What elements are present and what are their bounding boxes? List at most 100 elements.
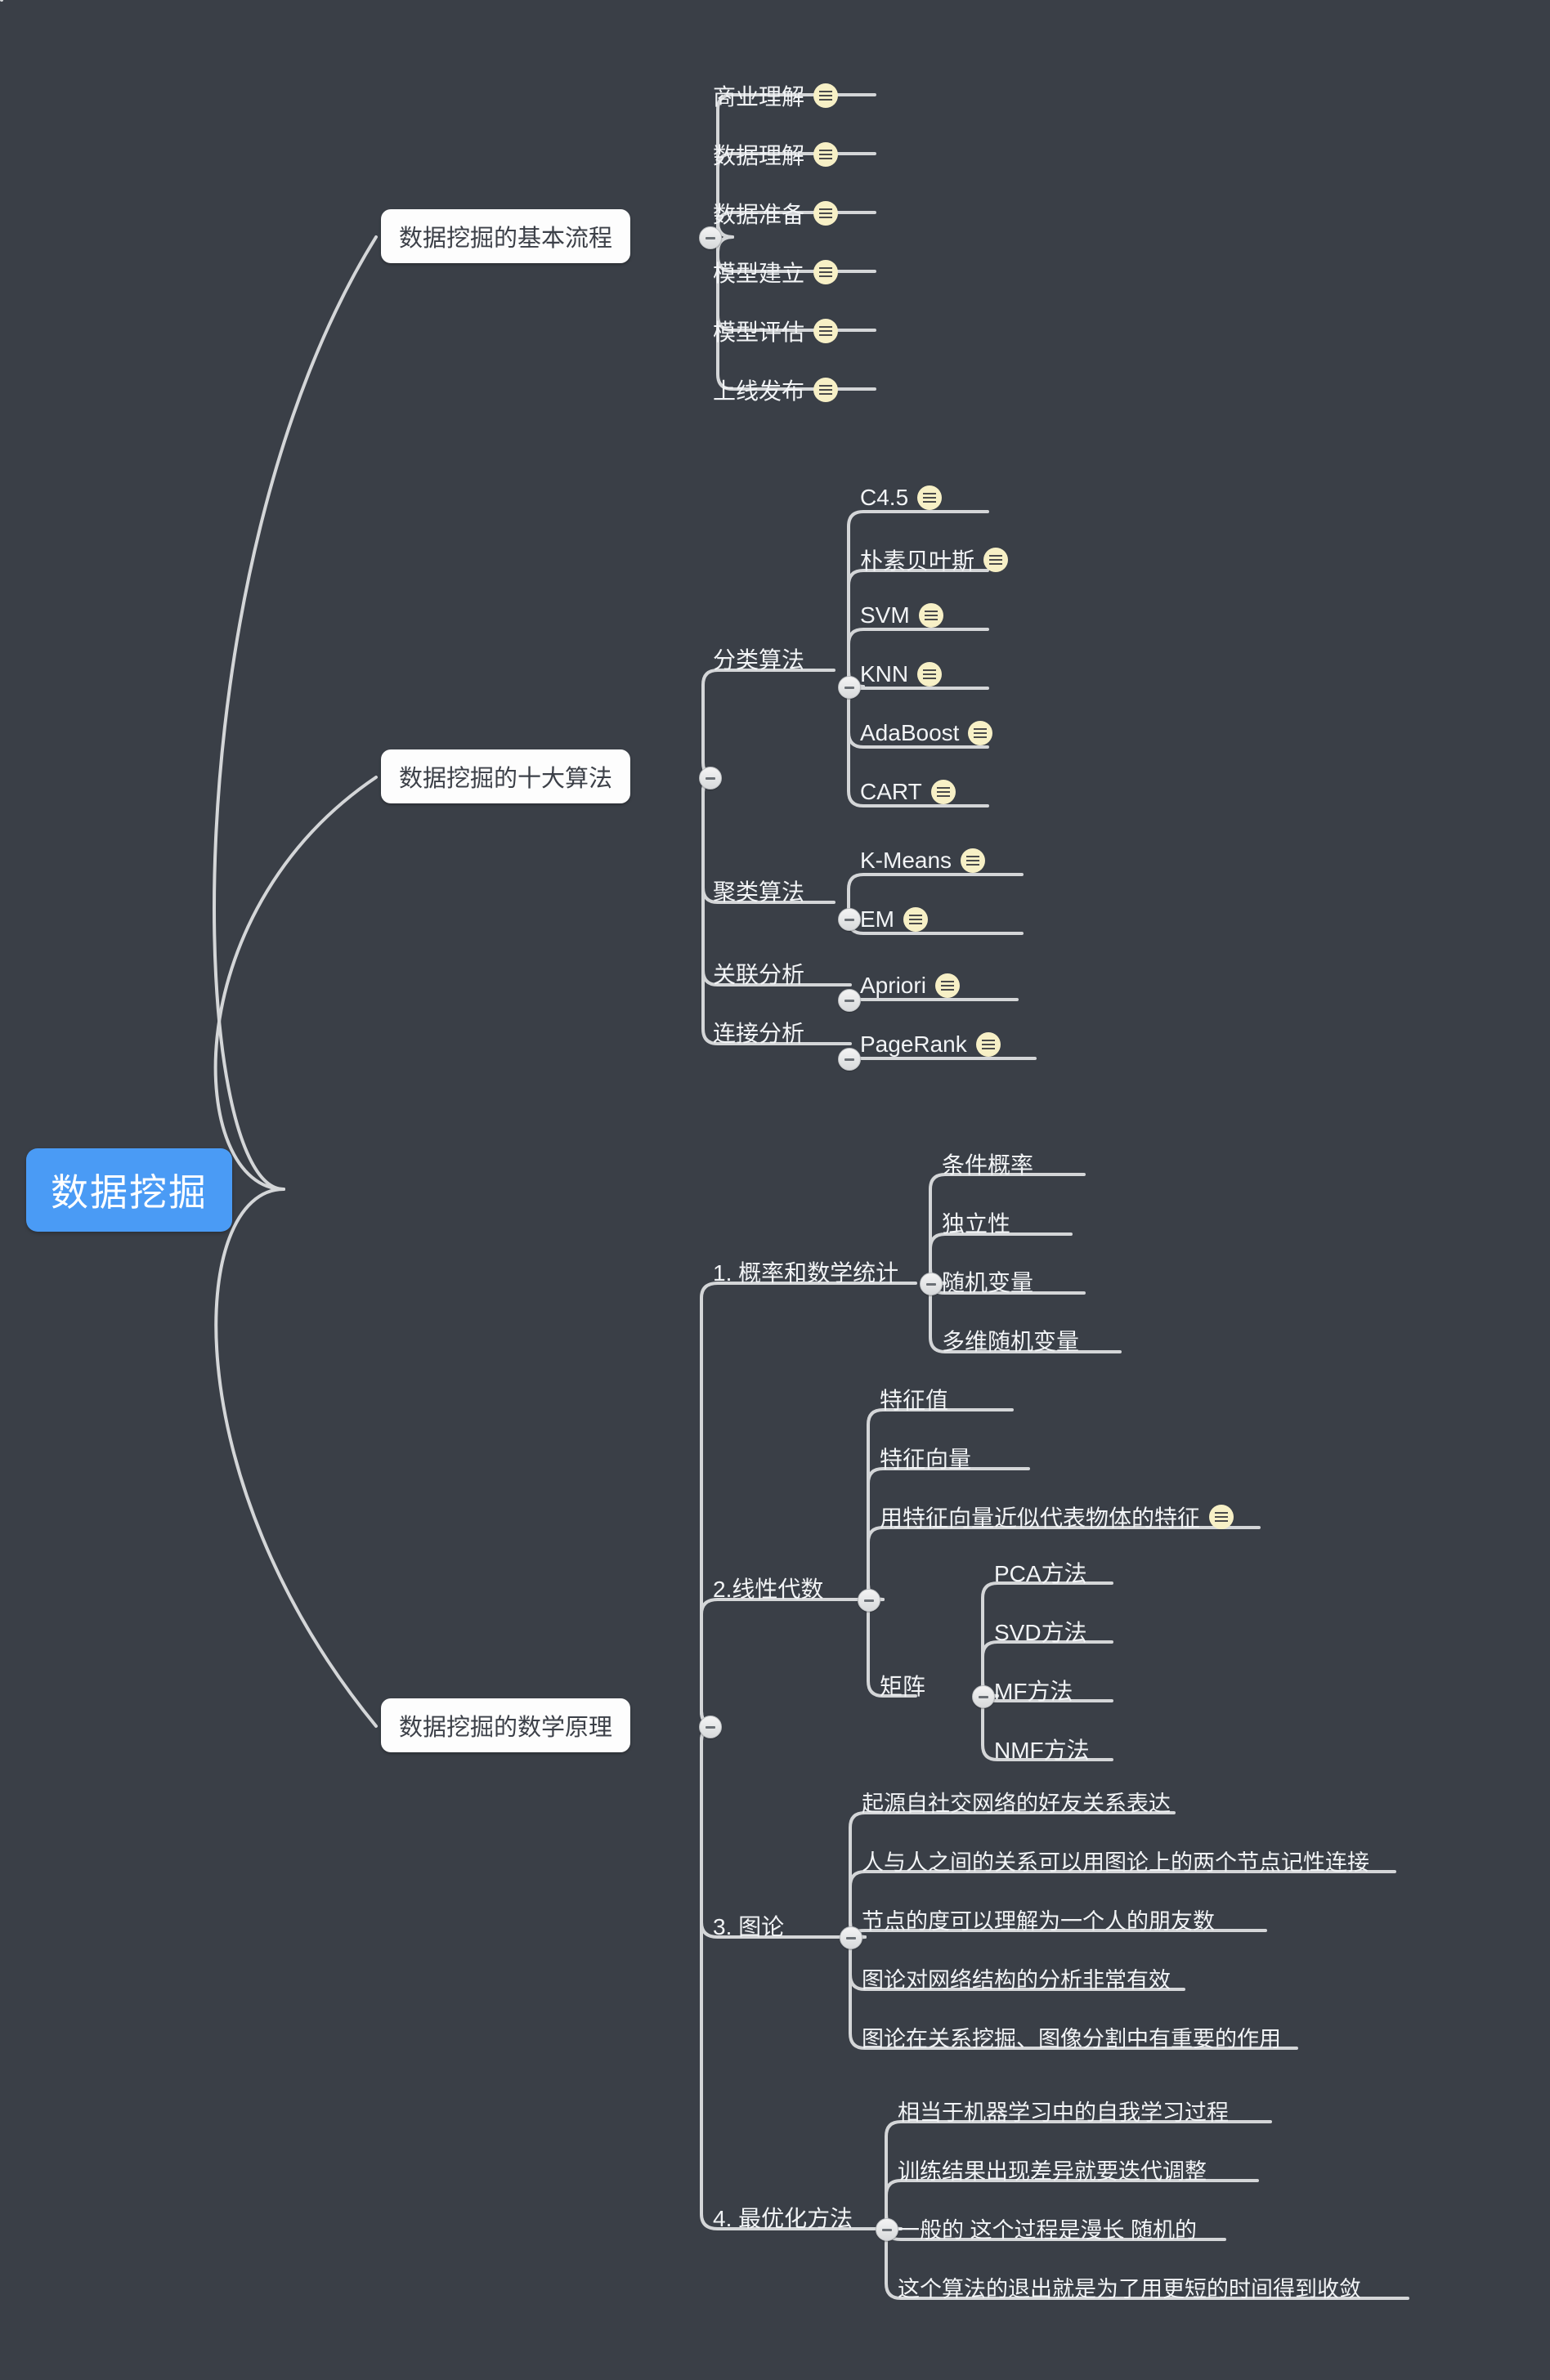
note-icon[interactable] xyxy=(813,378,839,402)
note-icon[interactable] xyxy=(813,319,839,343)
leaf-node[interactable]: MF方法 xyxy=(994,1674,1073,1707)
leaf-node[interactable]: 商业理解 xyxy=(713,79,839,112)
branch-node-math[interactable]: 数据挖掘的数学原理 xyxy=(381,1698,631,1752)
leaf-node[interactable]: 这个算法的退出就是为了用更短的时间得到收敛 xyxy=(898,2271,1361,2303)
leaf-node[interactable]: 训练结果出现差异就要迭代调整 xyxy=(898,2154,1207,2185)
leaf-node[interactable]: 随机变量 xyxy=(942,1265,1033,1298)
leaf-label: 数据理解 xyxy=(713,143,805,168)
root-node[interactable]: 数据挖掘 xyxy=(26,1148,232,1232)
leaf-node[interactable]: 条件概率 xyxy=(942,1148,1033,1180)
leaf-node[interactable]: 相当于机器学习中的自我学习过程 xyxy=(898,2095,1229,2127)
leaf-node[interactable]: NMF方法 xyxy=(994,1733,1090,1765)
note-icon[interactable] xyxy=(918,603,943,628)
leaf-label: KNN xyxy=(860,661,909,687)
leaf-label: AdaBoost xyxy=(860,720,960,745)
group-node-association[interactable]: 关联分析 xyxy=(713,957,804,990)
mindmap-canvas: 数据挖掘 数据挖掘的基本流程 商业理解 数据理解 数据准备 模型建立 模型评估 … xyxy=(0,0,1550,2380)
group-node-graph-theory[interactable]: 3. 图论 xyxy=(713,1909,784,1942)
group-label: 连接分析 xyxy=(713,1021,805,1046)
leaf-node[interactable]: Apriori xyxy=(860,973,960,999)
note-icon[interactable] xyxy=(917,662,943,687)
leaf-node[interactable]: 数据理解 xyxy=(713,138,839,171)
leaf-label: 模型建立 xyxy=(713,261,805,286)
collapse-minus-icon-process[interactable] xyxy=(699,226,722,249)
collapse-minus-icon-association[interactable] xyxy=(838,989,861,1012)
leaf-node[interactable]: 起源自社交网络的好友关系表达 xyxy=(862,1786,1171,1818)
leaf-node[interactable]: 图论对网络结构的分析非常有效 xyxy=(862,1962,1171,1994)
branch-label: 数据挖掘的基本流程 xyxy=(399,226,613,252)
collapse-minus-icon-math[interactable] xyxy=(699,1716,722,1738)
group-node-probability[interactable]: 1. 概率和数学统计 xyxy=(713,1255,898,1288)
group-node-matrix[interactable]: 矩阵 xyxy=(880,1669,925,1702)
leaf-node[interactable]: 一般的 这个过程是漫长 随机的 xyxy=(898,2212,1197,2244)
leaf-node[interactable]: PCA方法 xyxy=(994,1556,1087,1589)
connector-lines xyxy=(0,0,1409,2300)
branch-node-process[interactable]: 数据挖掘的基本流程 xyxy=(381,209,631,263)
group-label: 1. 概率和数学统计 xyxy=(713,1260,899,1286)
leaf-node[interactable]: CART xyxy=(860,779,956,805)
leaf-label: 这个算法的退出就是为了用更短的时间得到收敛 xyxy=(898,2277,1361,2302)
note-icon[interactable] xyxy=(961,848,986,873)
note-icon[interactable] xyxy=(903,907,928,932)
leaf-label: SVM xyxy=(860,602,910,628)
leaf-label: 特征向量 xyxy=(880,1447,972,1472)
note-icon[interactable] xyxy=(813,201,839,226)
note-icon[interactable] xyxy=(975,1032,1001,1057)
leaf-node[interactable]: 独立性 xyxy=(942,1206,1010,1239)
leaf-label: EM xyxy=(860,906,894,932)
leaf-node[interactable]: 上线发布 xyxy=(713,374,839,406)
collapse-minus-icon-probability[interactable] xyxy=(920,1273,943,1295)
leaf-node[interactable]: PageRank xyxy=(860,1031,1001,1058)
leaf-node[interactable]: AdaBoost xyxy=(860,720,993,746)
collapse-minus-icon-graph-theory[interactable] xyxy=(840,1926,862,1949)
collapse-minus-icon-matrix[interactable] xyxy=(972,1685,995,1708)
leaf-node[interactable]: 模型评估 xyxy=(713,315,839,347)
leaf-label: 多维随机变量 xyxy=(942,1329,1080,1354)
branch-node-algorithms[interactable]: 数据挖掘的十大算法 xyxy=(381,749,631,803)
leaf-node[interactable]: SVD方法 xyxy=(994,1615,1087,1648)
note-icon[interactable] xyxy=(813,83,839,108)
group-label: 3. 图论 xyxy=(713,1914,785,1939)
note-icon[interactable] xyxy=(983,548,1009,572)
leaf-node[interactable]: 多维随机变量 xyxy=(942,1324,1079,1357)
group-node-linear-algebra[interactable]: 2.线性代数 xyxy=(713,1572,823,1604)
leaf-node[interactable]: K-Means xyxy=(860,848,986,874)
note-icon[interactable] xyxy=(934,973,960,998)
group-node-clustering[interactable]: 聚类算法 xyxy=(713,875,804,907)
group-node-classification[interactable]: 分类算法 xyxy=(713,642,804,675)
note-icon[interactable] xyxy=(1209,1505,1234,1529)
group-label: 分类算法 xyxy=(713,647,805,673)
leaf-node[interactable]: SVM xyxy=(860,602,943,629)
leaf-node[interactable]: 特征值 xyxy=(880,1383,948,1416)
collapse-minus-icon-algorithms[interactable] xyxy=(699,767,722,790)
note-icon[interactable] xyxy=(813,260,839,284)
leaf-label: 用特征向量近似代表物体的特征 xyxy=(880,1505,1201,1531)
group-node-link-analysis[interactable]: 连接分析 xyxy=(713,1016,804,1049)
note-icon[interactable] xyxy=(813,142,839,167)
leaf-node[interactable]: 数据准备 xyxy=(713,197,839,230)
leaf-label: 特征值 xyxy=(880,1388,949,1413)
note-icon[interactable] xyxy=(917,485,943,510)
group-node-optimization[interactable]: 4. 最优化方法 xyxy=(713,2201,853,2234)
collapse-minus-icon-classification[interactable] xyxy=(838,676,861,699)
leaf-node[interactable]: 模型建立 xyxy=(713,256,839,289)
leaf-node[interactable]: EM xyxy=(860,906,928,933)
leaf-node[interactable]: C4.5 xyxy=(860,485,943,511)
leaf-node[interactable]: 用特征向量近似代表物体的特征 xyxy=(880,1501,1234,1533)
note-icon[interactable] xyxy=(968,721,993,745)
note-icon[interactable] xyxy=(930,780,956,804)
leaf-node[interactable]: 朴素贝叶斯 xyxy=(860,544,1009,576)
leaf-node[interactable]: 特征向量 xyxy=(880,1442,971,1474)
leaf-node[interactable]: 人与人之间的关系可以用图论上的两个节点记性连接 xyxy=(862,1845,1369,1877)
leaf-label: 起源自社交网络的好友关系表达 xyxy=(862,1792,1171,1816)
collapse-minus-icon-linear-algebra[interactable] xyxy=(858,1589,880,1612)
collapse-minus-icon-link-analysis[interactable] xyxy=(838,1048,861,1071)
group-label: 2.线性代数 xyxy=(713,1577,824,1602)
leaf-label: 节点的度可以理解为一个人的朋友数 xyxy=(862,1909,1215,1934)
leaf-node[interactable]: KNN xyxy=(860,661,943,687)
collapse-minus-icon-optimization[interactable] xyxy=(876,2218,898,2241)
leaf-node[interactable]: 节点的度可以理解为一个人的朋友数 xyxy=(862,1904,1215,1935)
leaf-label: Apriori xyxy=(860,973,926,998)
leaf-node[interactable]: 图论在关系挖掘、图像分割中有重要的作用 xyxy=(862,2021,1281,2053)
collapse-minus-icon-clustering[interactable] xyxy=(838,908,861,931)
